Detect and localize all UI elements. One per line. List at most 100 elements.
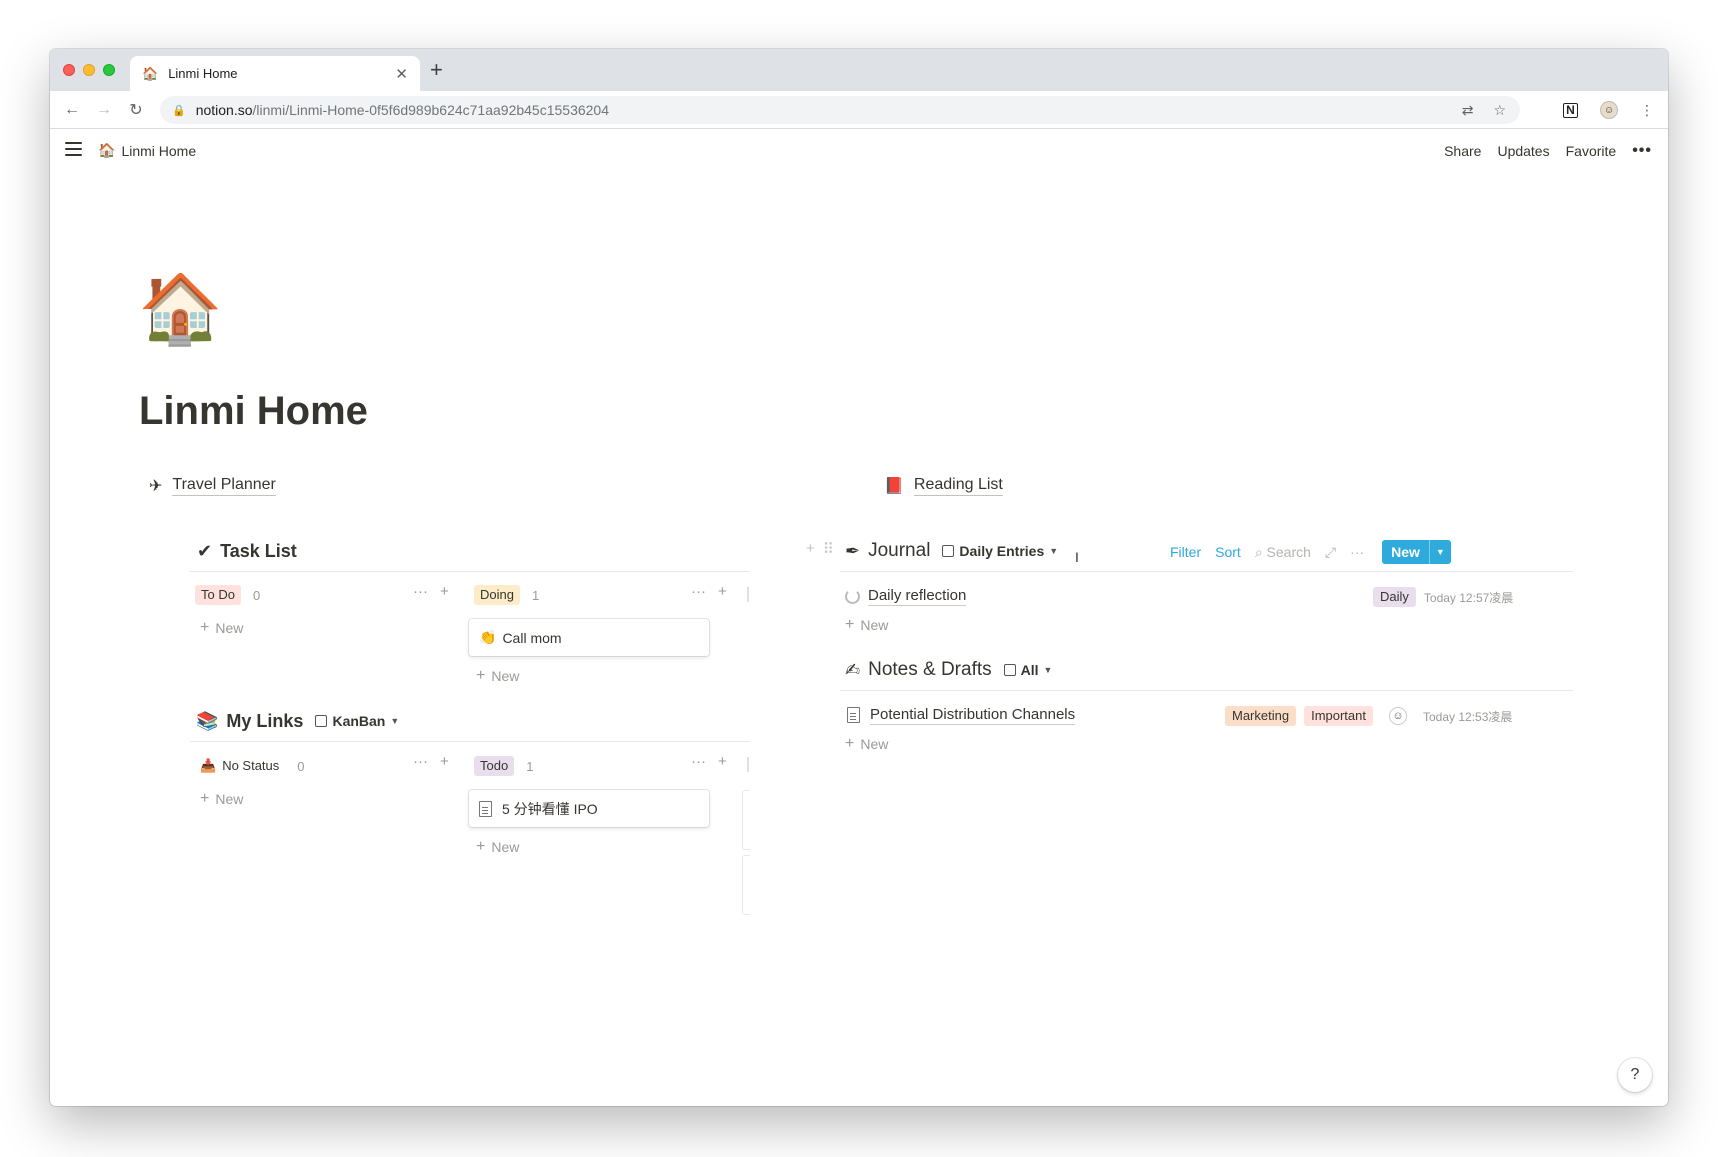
divider: [840, 690, 1573, 691]
chevron-down-icon[interactable]: ▼: [1428, 540, 1451, 564]
add-new-card-button[interactable]: + New: [476, 838, 519, 856]
help-button[interactable]: ?: [1618, 1058, 1652, 1092]
search-icon: ⌕: [1254, 543, 1263, 560]
board-card[interactable]: 👏 Call mom: [469, 619, 709, 656]
tab-title: Linmi Home: [168, 66, 238, 81]
column-add-icon[interactable]: +: [440, 753, 449, 770]
board-column-header-doing[interactable]: Doing 1: [474, 585, 539, 605]
close-tab-icon[interactable]: ✕: [395, 65, 408, 83]
back-arrow-icon[interactable]: ←: [56, 101, 88, 119]
list-item[interactable]: Daily reflection: [845, 586, 967, 606]
search-button[interactable]: ⌕ Search: [1255, 544, 1311, 561]
maximize-window-button[interactable]: [103, 64, 115, 76]
text-cursor-icon: I: [1075, 549, 1079, 565]
inbox-icon: 📥: [200, 758, 217, 773]
airplane-icon: ✈: [149, 477, 163, 495]
page-title[interactable]: Linmi Home: [139, 389, 368, 434]
reload-icon[interactable]: ↻: [120, 100, 152, 120]
page-icon: [847, 707, 860, 723]
hidden-column: [742, 855, 750, 915]
journal-title[interactable]: Journal: [868, 540, 930, 562]
column-more-icon[interactable]: ···: [691, 753, 706, 770]
plus-icon: +: [845, 616, 855, 633]
add-new-card-button[interactable]: + New: [476, 667, 519, 685]
divider: [190, 741, 750, 742]
breadcrumb[interactable]: 🏠 Linmi Home: [98, 142, 196, 159]
translate-icon[interactable]: ⇄: [1462, 102, 1474, 119]
chevron-down-icon: ▼: [390, 716, 400, 726]
link-label: Reading List: [913, 475, 1003, 496]
more-options-icon[interactable]: •••: [1632, 142, 1652, 160]
board-column-header-todo-links[interactable]: Todo 1: [474, 756, 533, 776]
notion-topbar: 🏠 Linmi Home Share Updates Favorite •••: [50, 130, 1668, 175]
timestamp: Today 12:53凌晨: [1423, 709, 1513, 724]
board-column-header-no-status[interactable]: 📥 No Status 0: [200, 756, 305, 776]
address-bar[interactable]: 🔒 notion.so/linmi/Linmi-Home-0f5f6d989b6…: [160, 96, 1520, 124]
tag: Important: [1304, 706, 1373, 726]
page-icon[interactable]: 🏠: [138, 269, 223, 349]
status-pill: Doing: [474, 585, 520, 605]
status-pill: Todo: [474, 756, 515, 776]
close-window-button[interactable]: [63, 64, 75, 76]
browser-menu-icon[interactable]: ⋮: [1640, 102, 1654, 119]
journal-header: ✒ Journal Daily Entries ▼: [845, 536, 1058, 566]
list-item[interactable]: Potential Distribution Channels: [847, 705, 1076, 725]
row-title: Potential Distribution Channels: [870, 706, 1076, 725]
column-count: 0: [297, 758, 305, 774]
view-switcher[interactable]: KanBan ▼: [315, 713, 399, 729]
add-new-card-button[interactable]: + New: [200, 790, 243, 808]
view-switcher[interactable]: All ▼: [1003, 662, 1052, 678]
link-reading-list[interactable]: 📕 Reading List: [884, 475, 1003, 496]
board-column-header-todo[interactable]: To Do 0: [195, 585, 260, 605]
breadcrumb-label: Linmi Home: [121, 142, 197, 159]
tab-strip: 🏠 Linmi Home ✕ +: [50, 49, 1668, 91]
house-icon: 🏠: [98, 142, 116, 158]
forward-arrow-icon[interactable]: →: [88, 101, 120, 119]
add-new-card-button[interactable]: + New: [200, 619, 243, 637]
updates-button[interactable]: Updates: [1497, 143, 1549, 159]
card-title: Call mom: [502, 629, 562, 646]
new-entry-button[interactable]: New ▼: [1382, 540, 1451, 564]
minimize-window-button[interactable]: [83, 64, 95, 76]
browser-tab[interactable]: 🏠 Linmi Home ✕: [130, 56, 420, 91]
filter-button[interactable]: Filter: [1170, 544, 1201, 560]
task-list-title[interactable]: Task List: [220, 541, 297, 562]
column-more-icon[interactable]: ···: [413, 753, 428, 770]
add-new-row-button[interactable]: + New: [845, 735, 888, 753]
column-add-icon[interactable]: +: [718, 583, 727, 600]
profile-avatar-icon[interactable]: ☺: [1600, 101, 1618, 119]
list-view-icon: [1003, 664, 1016, 676]
more-icon[interactable]: ···: [1350, 544, 1364, 560]
view-switcher[interactable]: Daily Entries ▼: [942, 543, 1058, 559]
star-icon[interactable]: ☆: [1493, 102, 1506, 119]
favorite-button[interactable]: Favorite: [1566, 143, 1617, 159]
column-more-icon[interactable]: ···: [413, 583, 428, 600]
row-title: Daily reflection: [868, 587, 967, 606]
expand-icon[interactable]: ⤢: [1325, 544, 1336, 561]
column-more-icon[interactable]: ···: [691, 583, 706, 600]
add-new-row-button[interactable]: + New: [845, 616, 888, 634]
sort-button[interactable]: Sort: [1215, 544, 1241, 560]
sidebar-toggle-icon[interactable]: [65, 142, 82, 158]
hidden-column: [742, 790, 750, 850]
add-block-icon[interactable]: +: [806, 540, 815, 558]
avatar: ☺: [1389, 707, 1407, 725]
new-tab-button[interactable]: +: [430, 58, 443, 82]
column-add-icon[interactable]: +: [718, 753, 727, 770]
column-add-icon[interactable]: +: [440, 583, 449, 600]
status-pill: To Do: [195, 585, 241, 605]
share-button[interactable]: Share: [1444, 143, 1481, 159]
plus-icon: +: [476, 667, 486, 684]
drag-handle-icon[interactable]: ⠿: [823, 540, 834, 558]
board-scroll-edge: [747, 587, 749, 602]
column-count: 1: [526, 758, 534, 774]
page-icon: [479, 800, 492, 817]
my-links-title[interactable]: My Links: [226, 711, 303, 732]
link-travel-planner[interactable]: ✈ Travel Planner: [149, 475, 276, 496]
plus-icon: +: [476, 838, 486, 855]
notion-extension-icon[interactable]: N: [1563, 102, 1578, 118]
row-properties: Daily Today 12:57凌晨: [1373, 587, 1513, 607]
board-card[interactable]: 5 分钟看懂 IPO: [469, 790, 709, 827]
notes-title[interactable]: Notes & Drafts: [868, 659, 992, 681]
board-view-icon: [315, 715, 328, 727]
